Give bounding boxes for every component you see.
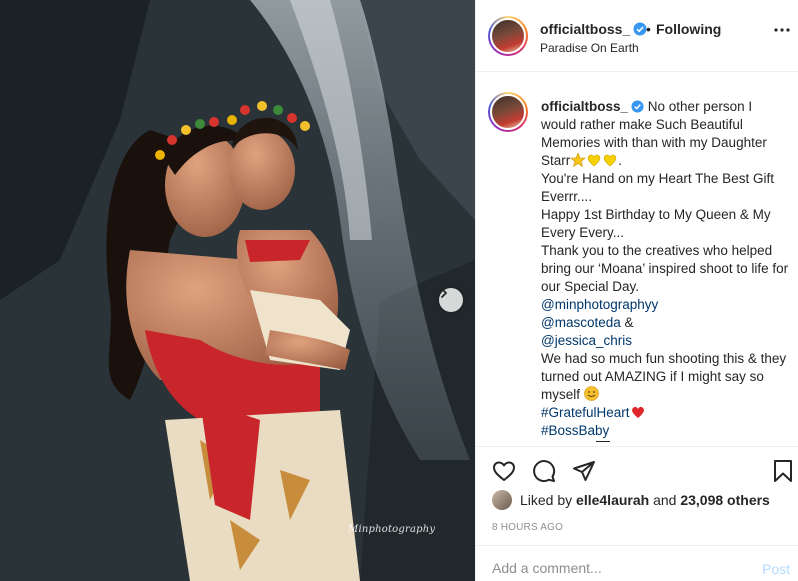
star-emoji-icon [570,152,587,167]
hashtag-link[interactable]: #BossBaby [541,423,609,438]
photo-illustration [0,0,475,581]
mention-link[interactable]: @minphotographyy [541,297,658,312]
following-button[interactable]: Following [656,21,721,37]
more-caption-indicator [596,441,610,442]
caption-line-2: You're Hand on my Heart The Best Gift Ev… [541,171,778,204]
avatar[interactable] [488,16,528,56]
caption-line-4: Thank you to the creatives who helped br… [541,243,792,294]
caption-text: officialtboss_ No other person I would r… [541,98,791,440]
caption-ampersand: & [620,315,634,330]
caption-line-1-end: . [618,153,623,168]
yellow-heart-emoji-icon [604,154,617,167]
chevron-right-icon [441,288,447,298]
location-link[interactable]: Paradise On Earth [540,41,639,55]
post-actions [476,446,798,494]
smile-emoji-icon [583,386,599,401]
separator-dot: • [646,21,651,37]
red-heart-emoji-icon [631,406,644,418]
caption-avatar[interactable] [488,92,528,132]
post-timestamp[interactable]: 8 HOURS AGO [492,522,563,533]
likes-prefix: Liked by [520,492,577,508]
liker-avatar[interactable] [492,490,512,510]
hashtag-link[interactable]: #GratefulHeart [541,405,630,420]
liker-username[interactable]: elle4laurah [576,492,649,508]
mention-link[interactable]: @jessica_chris [541,333,632,348]
caption-area: officialtboss_ No other person I would r… [476,72,798,446]
likes-count[interactable]: 23,098 others [680,492,770,508]
heart-icon[interactable] [492,459,516,483]
mention-link[interactable]: @mascoteda [541,315,621,330]
bookmark-icon[interactable] [772,459,794,483]
verified-icon [631,100,644,113]
post-comment-button[interactable]: Post [762,561,790,577]
post-photo[interactable]: Minphotography [0,0,475,581]
comment-icon[interactable] [532,459,556,483]
likes-summary: Liked by elle4laurah and 23,098 others [492,490,770,510]
share-icon[interactable] [572,459,596,483]
photo-watermark: Minphotography [348,524,436,535]
header-username[interactable]: officialtboss_ [540,21,647,37]
post-header: officialtboss_ • Following Paradise On E… [476,0,798,72]
caption-line-5: We had so much fun shooting this & they … [541,351,790,402]
likes-middle: and [649,492,681,508]
more-icon[interactable] [774,28,790,32]
caption-username[interactable]: officialtboss_ [541,99,628,114]
comment-input[interactable] [492,560,742,576]
post-details-panel: officialtboss_ • Following Paradise On E… [475,0,798,581]
yellow-heart-emoji-icon [588,154,601,167]
caption-line-3: Happy 1st Birthday to My Queen & My Ever… [541,207,775,240]
comment-box: Post [476,545,798,581]
next-photo-button[interactable] [439,288,463,312]
